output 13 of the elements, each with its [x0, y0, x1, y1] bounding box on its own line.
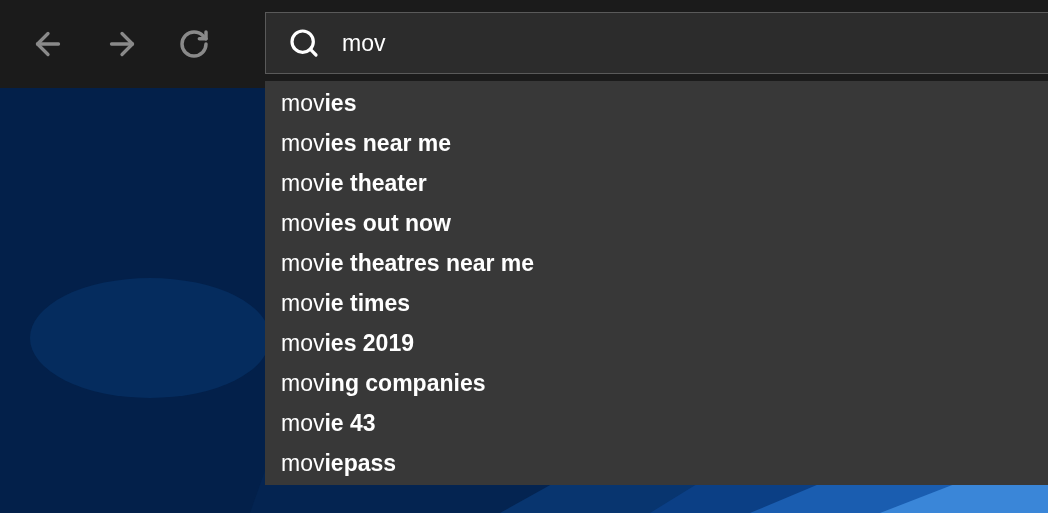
- suggestion-item[interactable]: movie theater: [265, 163, 1048, 203]
- search-icon: [288, 27, 320, 59]
- reload-button[interactable]: [178, 28, 210, 60]
- suggestion-item[interactable]: movie theatres near me: [265, 243, 1048, 283]
- suggestion-item[interactable]: moviepass: [265, 443, 1048, 483]
- suggestion-item[interactable]: moving companies: [265, 363, 1048, 403]
- suggestion-item[interactable]: movies: [265, 83, 1048, 123]
- suggestion-item[interactable]: movies 2019: [265, 323, 1048, 363]
- suggestion-item[interactable]: movies out now: [265, 203, 1048, 243]
- suggestion-item[interactable]: movies near me: [265, 123, 1048, 163]
- suggestion-item[interactable]: movie 43: [265, 403, 1048, 443]
- search-field[interactable]: mov: [265, 12, 1048, 74]
- suggestion-item[interactable]: movie times: [265, 283, 1048, 323]
